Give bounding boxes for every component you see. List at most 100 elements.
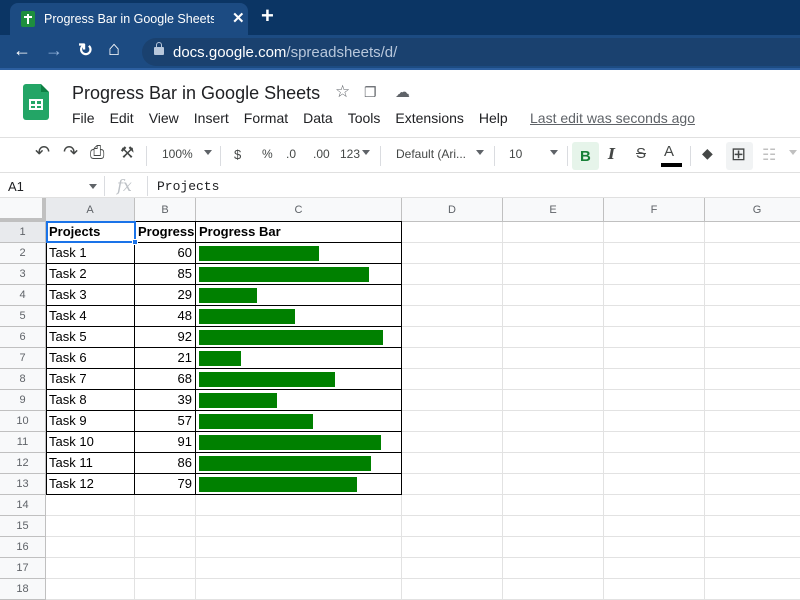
cell-a3[interactable]: Task 2 bbox=[46, 264, 135, 285]
row-header-10[interactable]: 10 bbox=[0, 411, 46, 432]
address-bar[interactable]: docs.google.com/spreadsheets/d/ bbox=[142, 38, 800, 66]
cell-c4[interactable] bbox=[196, 285, 402, 306]
cell-e8[interactable] bbox=[503, 369, 604, 390]
cell-a16[interactable] bbox=[46, 537, 135, 558]
cell-d12[interactable] bbox=[402, 453, 503, 474]
name-box-dropdown-icon[interactable] bbox=[89, 184, 97, 189]
zoom-select[interactable]: 100% bbox=[162, 147, 193, 161]
cell-g15[interactable] bbox=[705, 516, 800, 537]
cell-c1[interactable]: Progress Bar bbox=[196, 222, 402, 243]
cell-a9[interactable]: Task 8 bbox=[46, 390, 135, 411]
cell-d7[interactable] bbox=[402, 348, 503, 369]
cell-b11[interactable]: 91 bbox=[135, 432, 196, 453]
row-header-16[interactable]: 16 bbox=[0, 537, 46, 558]
cell-a15[interactable] bbox=[46, 516, 135, 537]
cell-a11[interactable]: Task 10 bbox=[46, 432, 135, 453]
cell-g11[interactable] bbox=[705, 432, 800, 453]
row-header-7[interactable]: 7 bbox=[0, 348, 46, 369]
cell-b5[interactable]: 48 bbox=[135, 306, 196, 327]
new-tab-icon[interactable]: + bbox=[261, 3, 274, 29]
cell-e13[interactable] bbox=[503, 474, 604, 495]
cell-c14[interactable] bbox=[196, 495, 402, 516]
currency-format-button[interactable]: $ bbox=[234, 147, 241, 162]
cell-f7[interactable] bbox=[604, 348, 705, 369]
cell-e7[interactable] bbox=[503, 348, 604, 369]
cell-d5[interactable] bbox=[402, 306, 503, 327]
cell-a18[interactable] bbox=[46, 579, 135, 600]
name-box[interactable]: A1 bbox=[8, 179, 24, 194]
move-folder-icon[interactable]: ❐ bbox=[364, 84, 377, 101]
cell-e10[interactable] bbox=[503, 411, 604, 432]
row-header-14[interactable]: 14 bbox=[0, 495, 46, 516]
cell-e12[interactable] bbox=[503, 453, 604, 474]
cell-b2[interactable]: 60 bbox=[135, 243, 196, 264]
last-edit-link[interactable]: Last edit was seconds ago bbox=[530, 110, 695, 126]
cell-f16[interactable] bbox=[604, 537, 705, 558]
cell-e4[interactable] bbox=[503, 285, 604, 306]
cell-c3[interactable] bbox=[196, 264, 402, 285]
row-header-6[interactable]: 6 bbox=[0, 327, 46, 348]
column-header-c[interactable]: C bbox=[196, 198, 402, 222]
cell-e11[interactable] bbox=[503, 432, 604, 453]
cell-e18[interactable] bbox=[503, 579, 604, 600]
cell-f8[interactable] bbox=[604, 369, 705, 390]
decrease-decimal-button[interactable]: .0 bbox=[286, 147, 296, 161]
cell-b16[interactable] bbox=[135, 537, 196, 558]
undo-icon[interactable]: ↶ bbox=[35, 142, 50, 163]
cell-g8[interactable] bbox=[705, 369, 800, 390]
cell-a7[interactable]: Task 6 bbox=[46, 348, 135, 369]
cell-d10[interactable] bbox=[402, 411, 503, 432]
menu-view[interactable]: View bbox=[149, 110, 179, 126]
cell-g9[interactable] bbox=[705, 390, 800, 411]
cell-b10[interactable]: 57 bbox=[135, 411, 196, 432]
star-icon[interactable]: ☆ bbox=[335, 82, 350, 102]
cell-b7[interactable]: 21 bbox=[135, 348, 196, 369]
cell-e15[interactable] bbox=[503, 516, 604, 537]
cell-e5[interactable] bbox=[503, 306, 604, 327]
column-header-f[interactable]: F bbox=[604, 198, 705, 222]
bold-button[interactable]: B bbox=[572, 142, 599, 170]
cell-d1[interactable] bbox=[402, 222, 503, 243]
cell-b15[interactable] bbox=[135, 516, 196, 537]
menu-help[interactable]: Help bbox=[479, 110, 508, 126]
cell-f18[interactable] bbox=[604, 579, 705, 600]
cell-a8[interactable]: Task 7 bbox=[46, 369, 135, 390]
cell-g5[interactable] bbox=[705, 306, 800, 327]
cell-b3[interactable]: 85 bbox=[135, 264, 196, 285]
cell-a13[interactable]: Task 12 bbox=[46, 474, 135, 495]
borders-button[interactable]: ⊞ bbox=[726, 142, 753, 170]
cell-f2[interactable] bbox=[604, 243, 705, 264]
more-formats-button[interactable]: 123 bbox=[340, 147, 360, 161]
cell-d4[interactable] bbox=[402, 285, 503, 306]
cell-c12[interactable] bbox=[196, 453, 402, 474]
cell-c2[interactable] bbox=[196, 243, 402, 264]
cell-e14[interactable] bbox=[503, 495, 604, 516]
cell-c7[interactable] bbox=[196, 348, 402, 369]
cell-c10[interactable] bbox=[196, 411, 402, 432]
cell-b18[interactable] bbox=[135, 579, 196, 600]
cell-c16[interactable] bbox=[196, 537, 402, 558]
row-header-13[interactable]: 13 bbox=[0, 474, 46, 495]
cell-e9[interactable] bbox=[503, 390, 604, 411]
back-icon[interactable]: ← bbox=[13, 40, 31, 61]
cell-b14[interactable] bbox=[135, 495, 196, 516]
spreadsheet-grid[interactable]: A B C D E F G 1 Projects Progress Progress Bar 2 Tas… bbox=[0, 198, 800, 600]
cell-a14[interactable] bbox=[46, 495, 135, 516]
cell-e3[interactable] bbox=[503, 264, 604, 285]
increase-decimal-button[interactable]: .00 bbox=[313, 147, 330, 161]
print-icon[interactable]: ⎙ bbox=[90, 142, 104, 163]
cell-f5[interactable] bbox=[604, 306, 705, 327]
cell-a2[interactable]: Task 1 bbox=[46, 243, 135, 264]
cell-f14[interactable] bbox=[604, 495, 705, 516]
cell-d14[interactable] bbox=[402, 495, 503, 516]
cell-c6[interactable] bbox=[196, 327, 402, 348]
column-header-g[interactable]: G bbox=[705, 198, 800, 222]
font-dropdown-icon[interactable] bbox=[476, 150, 484, 155]
cell-d8[interactable] bbox=[402, 369, 503, 390]
more-formats-dropdown-icon[interactable] bbox=[362, 150, 370, 155]
row-header-12[interactable]: 12 bbox=[0, 453, 46, 474]
cell-d9[interactable] bbox=[402, 390, 503, 411]
font-size-dropdown-icon[interactable] bbox=[550, 150, 558, 155]
cell-f10[interactable] bbox=[604, 411, 705, 432]
menu-file[interactable]: File bbox=[72, 110, 95, 126]
